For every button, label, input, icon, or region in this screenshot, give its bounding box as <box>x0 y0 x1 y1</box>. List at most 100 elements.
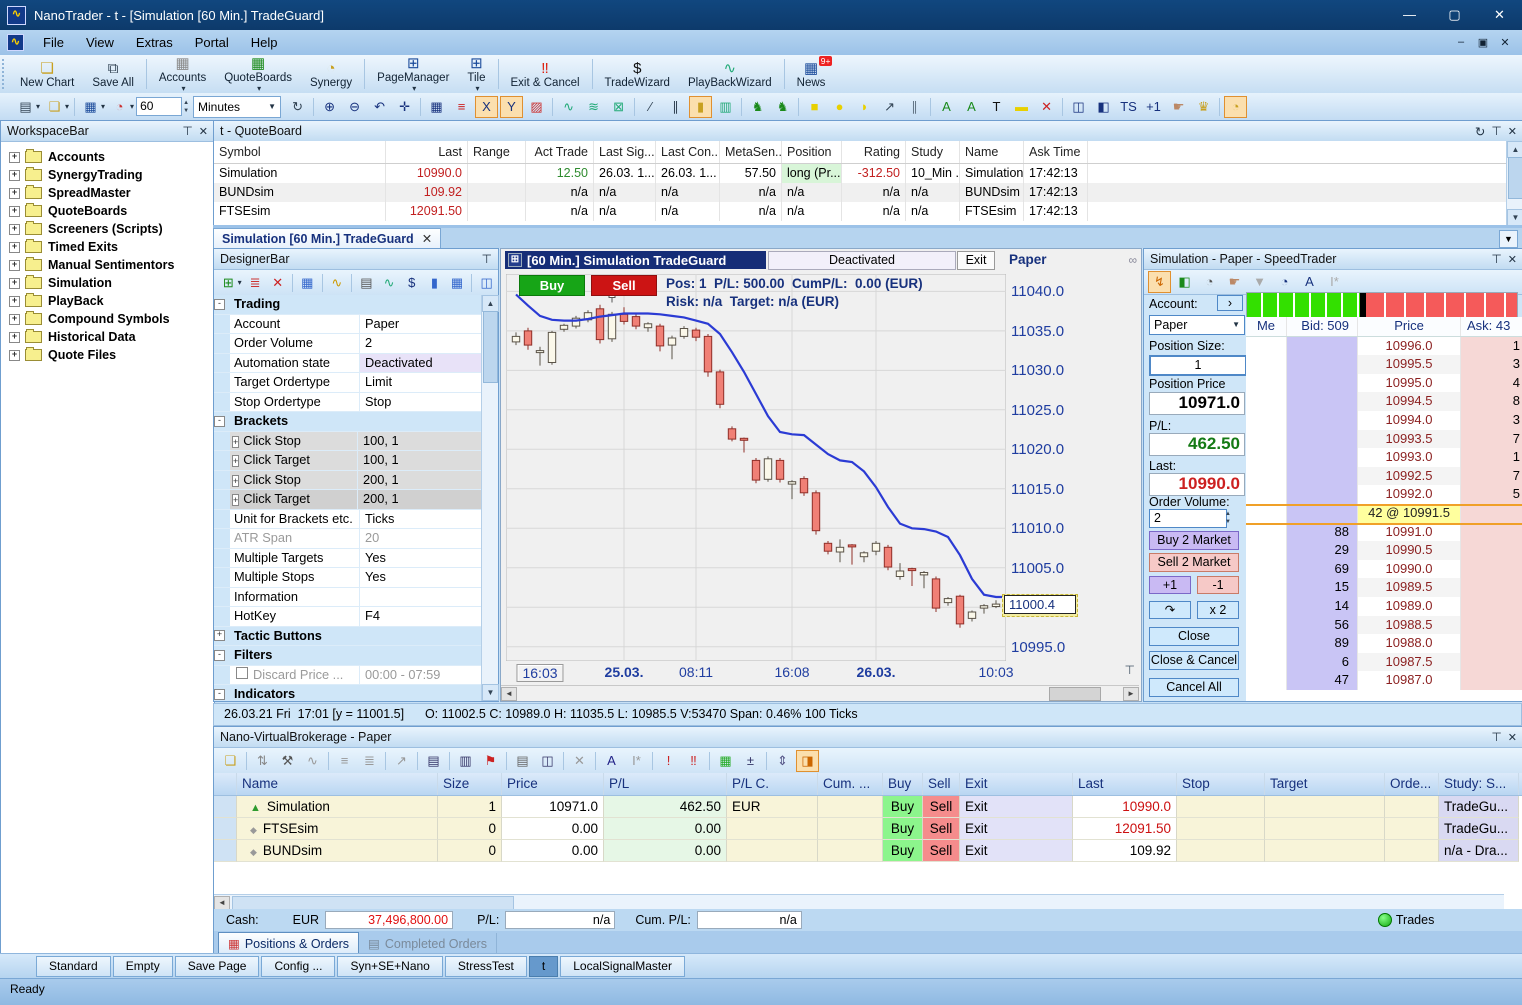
depth-icon[interactable]: ◧ <box>1092 96 1115 118</box>
page-button-config-[interactable]: Config ... <box>261 956 335 977</box>
sidebar-item-timed-exits[interactable]: +Timed Exits <box>9 238 214 256</box>
page-button-syn-se-nano[interactable]: Syn+SE+Nano <box>337 956 442 977</box>
chart-title[interactable]: ⊞[60 Min.] Simulation TradeGuard <box>505 251 766 269</box>
property-row-click-target[interactable]: +Click Target100, 1 <box>214 451 482 471</box>
menu-portal[interactable]: Portal <box>184 32 240 53</box>
ladder-row[interactable]: 6910990.0 <box>1246 560 1522 579</box>
pan-icon[interactable]: ✛ <box>393 96 416 118</box>
property-row-order-volume[interactable]: Order Volume2 <box>214 334 482 354</box>
transfer-icon[interactable]: ⇅ <box>251 750 274 772</box>
checkbox[interactable] <box>236 667 248 679</box>
levels-icon[interactable]: ≡ <box>450 96 473 118</box>
expand-icon[interactable]: + <box>232 494 239 506</box>
property-row-tactic-buttons[interactable]: +Tactic Buttons <box>214 627 482 647</box>
split-icon[interactable]: ⇕ <box>771 750 794 772</box>
ladder-row[interactable]: 5610988.5 <box>1246 616 1522 635</box>
list-icon[interactable]: ≣ <box>245 272 266 294</box>
column-header-last-sig-[interactable]: Last Sig... <box>594 141 656 163</box>
auto-trade-icon[interactable]: ↯ <box>1148 271 1171 293</box>
ladder-row[interactable]: 2910990.5 <box>1246 541 1522 560</box>
column-header-ask-time[interactable]: Ask Time <box>1024 141 1088 163</box>
plus-one-button[interactable]: +1 <box>1149 576 1191 594</box>
save-icon[interactable]: ▤ <box>14 96 37 118</box>
property-row-multiple-targets[interactable]: Multiple TargetsYes <box>214 549 482 569</box>
ladder-row[interactable]: 4710987.0 <box>1246 671 1522 690</box>
depth-chart-icon[interactable]: ◧ <box>1173 271 1196 293</box>
sell-button[interactable]: Sell <box>591 275 657 296</box>
order-volume-spinner[interactable]: ▲▼ <box>1225 510 1231 526</box>
ellipse-draw-icon[interactable]: ● <box>828 96 851 118</box>
zoom-out-icon[interactable]: ⊖ <box>343 96 366 118</box>
buy-button[interactable]: Buy <box>519 275 585 296</box>
open-icon[interactable]: ❏ <box>219 750 242 772</box>
position-size-input[interactable]: 1 <box>1149 355 1247 376</box>
column-header-price[interactable]: Price <box>502 773 604 795</box>
property-value[interactable]: Yes <box>360 568 482 587</box>
column-header-last-con-[interactable]: Last Con... <box>656 141 720 163</box>
column-header-last[interactable]: Last <box>1073 773 1177 795</box>
book-icon[interactable]: ◫ <box>536 750 559 772</box>
exit-cancel-button[interactable]: ‼Exit & Cancel <box>502 55 589 93</box>
property-row-brackets[interactable]: -Brackets <box>214 412 482 432</box>
property-value[interactable]: Paper <box>360 315 482 334</box>
shift-chart-icon[interactable]: ▨ <box>525 96 548 118</box>
table-icon[interactable]: ◫ <box>1067 96 1090 118</box>
plusminus-icon[interactable]: ± <box>739 750 762 772</box>
indicator1-icon[interactable]: ∿ <box>557 96 580 118</box>
property-row-multiple-stops[interactable]: Multiple StopsYes <box>214 568 482 588</box>
mini-chart-icon[interactable]: ▦ <box>714 750 737 772</box>
expand-icon[interactable]: + <box>232 475 239 487</box>
property-value[interactable]: Ticks <box>360 510 482 529</box>
price-ladder[interactable]: MeBid: 509PriceAsk: 4310996.0110995.5310… <box>1246 317 1522 701</box>
bar-style-icon[interactable]: ∥ <box>664 96 687 118</box>
menu-file[interactable]: File <box>32 32 75 53</box>
collapse-icon[interactable]: - <box>214 689 225 700</box>
buy-button[interactable]: Buy <box>883 796 923 818</box>
expand-icon[interactable]: + <box>9 242 20 253</box>
brokerage-scrollbar[interactable]: ◄ <box>214 894 1504 910</box>
cluster-style-icon[interactable]: ▥ <box>714 96 737 118</box>
property-row-stop-ordertype[interactable]: Stop OrdertypeStop <box>214 393 482 413</box>
page-button-localsignalmaster[interactable]: LocalSignalMaster <box>560 956 685 977</box>
property-row-information[interactable]: Information <box>214 588 482 608</box>
expand-icon[interactable]: + <box>214 630 225 641</box>
save-all-button[interactable]: ⧉Save All <box>83 55 143 93</box>
tile-button[interactable]: ⊞Tile ▾ <box>458 55 494 93</box>
minus-one-button[interactable]: -1 <box>1197 576 1239 594</box>
sidebar-item-quoteboards[interactable]: +QuoteBoards <box>9 202 214 220</box>
double-button[interactable]: x 2 <box>1197 601 1239 619</box>
column-header-symbol[interactable]: Symbol <box>214 141 386 163</box>
tab-list-dropdown[interactable]: ▼ <box>1499 230 1518 248</box>
ladder-row[interactable]: 10995.04 <box>1246 374 1522 393</box>
property-row-filters[interactable]: -Filters <box>214 646 482 666</box>
page-button-save-page[interactable]: Save Page <box>175 956 260 977</box>
property-row-click-stop[interactable]: +Click Stop100, 1 <box>214 432 482 452</box>
property-row-trading[interactable]: -Trading <box>214 295 482 315</box>
maximize-button[interactable]: ▢ <box>1432 7 1477 23</box>
designer-scrollbar[interactable]: ▲▼ <box>481 295 498 701</box>
sidebar-item-screeners-scripts-[interactable]: +Screeners (Scripts) <box>9 220 214 238</box>
collapse-icon[interactable]: - <box>214 299 225 310</box>
column-header-exit[interactable]: Exit <box>960 773 1073 795</box>
sidebar-item-manual-sentimentors[interactable]: +Manual Sentimentors <box>9 256 214 274</box>
tradewizard-button[interactable]: $TradeWizard <box>596 55 679 93</box>
column-header-position[interactable]: Position <box>782 141 842 163</box>
price-chart[interactable] <box>506 274 1006 664</box>
table-row[interactable]: Simulation10990.012.5026.03. 1...26.03. … <box>214 164 1507 183</box>
column-header-target[interactable]: Target <box>1265 773 1385 795</box>
report2-icon[interactable]: ▥ <box>454 750 477 772</box>
alert1-icon[interactable]: ! <box>657 750 680 772</box>
sidebar-item-simulation[interactable]: +Simulation <box>9 274 214 292</box>
account-select[interactable]: Paper▼ <box>1149 315 1245 335</box>
expand-icon[interactable]: + <box>9 260 20 271</box>
ladder-row[interactable]: 10992.57 <box>1246 467 1522 486</box>
row-selector[interactable] <box>214 796 237 818</box>
automation-state-button[interactable]: Deactivated <box>768 251 956 270</box>
new-chart-button[interactable]: ❏New Chart <box>11 55 83 93</box>
property-row-indicators[interactable]: -Indicators <box>214 685 482 701</box>
rect-draw-icon[interactable]: ■ <box>803 96 826 118</box>
font-icon[interactable]: A <box>1298 271 1321 293</box>
pin-icon[interactable]: ⊤ <box>1491 252 1501 266</box>
curve-icon[interactable]: ∿ <box>326 272 347 294</box>
buy-button[interactable]: Buy <box>883 818 923 840</box>
